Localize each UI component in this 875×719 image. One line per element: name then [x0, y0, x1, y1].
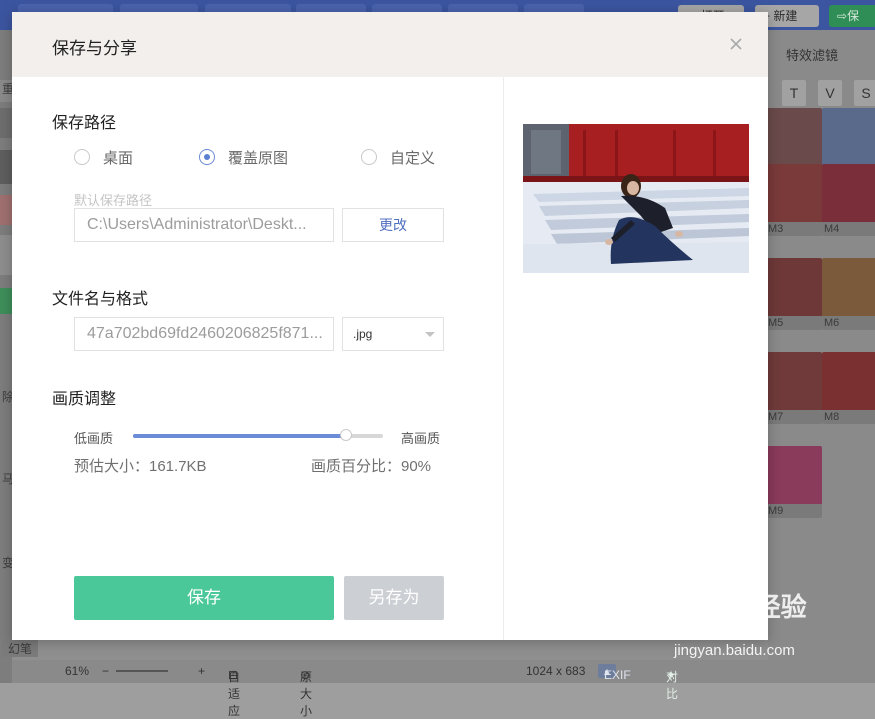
radio-custom[interactable]: 自定义 — [361, 147, 435, 167]
zoom-minus-icon[interactable]: − — [102, 664, 109, 678]
format-value: .jpg — [353, 327, 373, 341]
radio-desktop[interactable]: 桌面 — [74, 147, 133, 167]
exif-label: EXIF — [604, 668, 631, 682]
filter-thumb-label: M9 — [766, 504, 822, 518]
fit-label: 自适应 — [228, 670, 241, 718]
filter-thumb[interactable]: M8 — [822, 352, 875, 424]
vertical-divider — [503, 77, 504, 640]
baidu-watermark-logo: Bai du 经验 — [668, 592, 807, 622]
filter-letter-v[interactable]: V — [818, 80, 842, 106]
left-tool-label: 幻笔 — [2, 640, 39, 657]
radio-circle-checked — [199, 149, 215, 165]
filter-thumb[interactable]: M9 — [766, 446, 822, 518]
low-quality-label: 低画质 — [74, 431, 114, 446]
chevron-down-icon — [425, 332, 435, 337]
image-preview — [523, 124, 749, 273]
filter-thumb-label: M8 — [822, 410, 875, 424]
quality-slider-handle[interactable] — [339, 429, 352, 441]
radio-custom-label: 自定义 — [390, 149, 436, 167]
filter-thumb-label: M7 — [766, 410, 822, 424]
high-quality-label: 高画质 — [401, 431, 441, 446]
radio-overwrite-original[interactable]: 覆盖原图 — [199, 147, 288, 167]
radio-circle — [74, 149, 90, 165]
tab-effects[interactable]: 特效滤镜 — [786, 45, 838, 64]
filter-thumb[interactable]: M7 — [766, 352, 822, 424]
left-toolbar — [0, 30, 12, 683]
export-icon: ⇨ — [837, 9, 848, 23]
radio-overwrite-label: 覆盖原图 — [228, 149, 289, 167]
original-size-label: 原大小 — [300, 670, 313, 718]
save-share-dialog: 保存与分享 保存路径 桌面 覆盖原图 自定义 默认保存路径 C:\Users\A… — [12, 12, 768, 640]
zoom-slider[interactable] — [116, 670, 168, 672]
filter-thumb[interactable]: M6 — [822, 258, 875, 330]
filter-thumb[interactable]: M3 — [766, 164, 822, 236]
save-top-label: 保 — [847, 9, 860, 23]
preview-photo — [523, 124, 749, 273]
compare-label: 对比 — [666, 670, 679, 701]
filter-thumb-label: M6 — [822, 316, 875, 330]
quality-slider-fill — [133, 434, 346, 438]
filter-thumb-label: M4 — [822, 222, 875, 236]
estimated-size: 预估大小：161.7KB — [74, 458, 207, 475]
default-path-hint: 默认保存路径 — [74, 193, 153, 208]
status-bar: 61% − + ⊡ 自适应 ⊙ 原大小 1024 x 683 EXIF ▴ ✦ 对比 — [12, 660, 768, 718]
quality-percentage: 画质百分比：90% — [311, 458, 432, 475]
filter-thumb[interactable]: M5 — [766, 258, 822, 330]
filter-thumb[interactable]: M4 — [822, 164, 875, 236]
exif-button[interactable]: EXIF ▴ — [598, 664, 631, 682]
zoom-level: 61% — [65, 664, 90, 678]
dialog-title: 保存与分享 — [52, 39, 137, 58]
filename-format-heading: 文件名与格式 — [52, 291, 149, 308]
dialog-header: 保存与分享 — [12, 12, 768, 77]
image-dimensions: 1024 x 683 — [526, 664, 586, 678]
filter-letter-t[interactable]: T — [782, 80, 806, 106]
filename-field[interactable]: 47a702bd69fd2460206825f871... — [74, 317, 334, 351]
save-path-field[interactable]: C:\Users\Administrator\Deskt... — [74, 208, 334, 242]
save-top-button[interactable]: ⇨保 — [829, 5, 875, 27]
save-button[interactable]: 保存 — [74, 576, 334, 620]
change-path-button[interactable]: 更改 — [342, 208, 444, 242]
radio-circle — [361, 149, 377, 165]
radio-desktop-label: 桌面 — [103, 149, 134, 167]
filter-thumb-label: M5 — [766, 316, 822, 330]
new-label: 新建 — [773, 9, 798, 23]
quality-slider[interactable] — [133, 429, 383, 441]
quality-heading: 画质调整 — [52, 391, 117, 408]
filter-letter-s[interactable]: S — [854, 80, 875, 106]
filter-thumb-label: M3 — [766, 222, 822, 236]
save-path-heading: 保存路径 — [52, 115, 117, 132]
baidu-watermark-url: jingyan.baidu.com — [674, 642, 795, 659]
save-as-button[interactable]: 另存为 — [344, 576, 444, 620]
zoom-plus-icon[interactable]: + — [198, 664, 205, 678]
format-select[interactable]: .jpg — [342, 317, 444, 351]
close-button[interactable] — [726, 34, 746, 54]
close-icon — [730, 38, 742, 50]
